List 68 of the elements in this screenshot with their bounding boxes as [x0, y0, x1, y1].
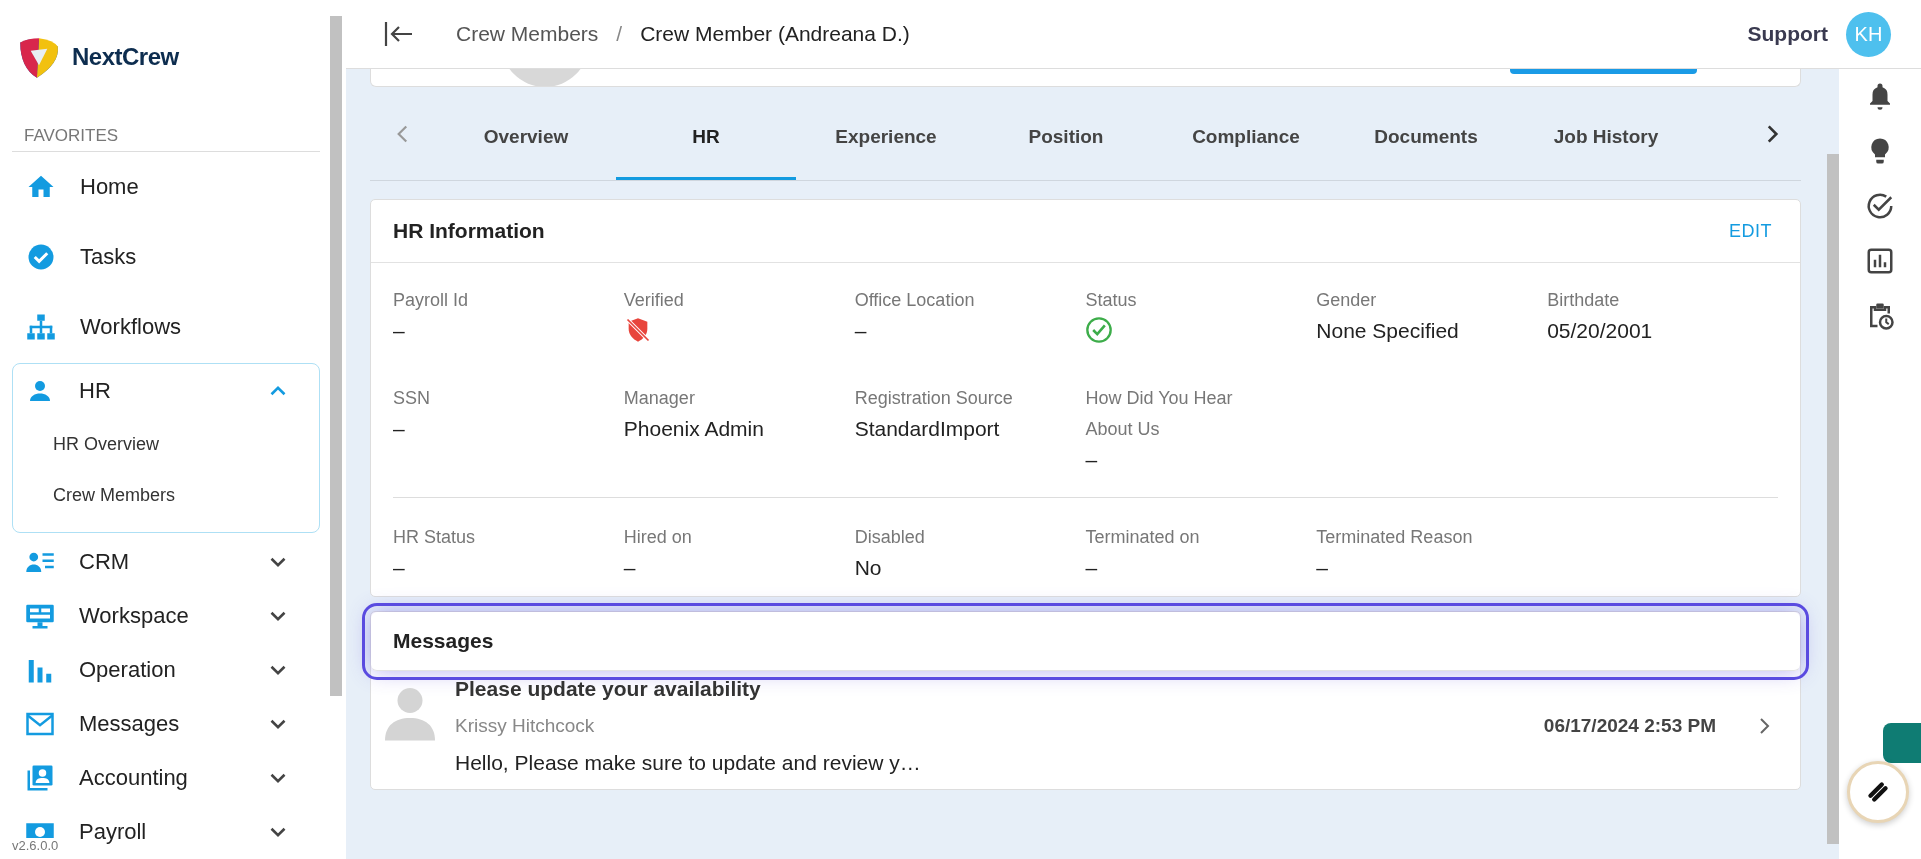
message-item[interactable]: Please update your availability Krissy Hitchcock Hello, Please make sure to update and review y… 06/17/2024 2:53 PM: [371, 671, 1800, 789]
check-circle-icon[interactable]: [1865, 191, 1895, 221]
field-label: How Did You Hear About Us: [1085, 387, 1234, 441]
tab[interactable]: Job History: [1516, 88, 1696, 180]
nav-item[interactable]: CRM: [79, 549, 130, 575]
card-title: Messages: [393, 629, 494, 653]
section-heading: FAVORITES: [12, 83, 320, 152]
field-value: –: [1085, 555, 1099, 581]
nav-item[interactable]: Accounting: [79, 765, 188, 791]
field-value: –: [393, 318, 406, 344]
tab[interactable]: Compliance: [1156, 88, 1336, 180]
field-label: Manager: [623, 387, 696, 410]
nav-item[interactable]: Operation: [79, 657, 176, 683]
field-label: Registration Source: [854, 387, 1014, 410]
card-title: HR Information: [393, 219, 545, 243]
field-label: Disabled: [854, 526, 926, 549]
message-sender: Krissy Hitchcock: [455, 715, 596, 737]
breadcrumb-current: Crew Member (Andreana D.): [640, 22, 910, 46]
field-value: –: [854, 318, 868, 344]
tab[interactable]: Experience: [796, 88, 976, 180]
scrollbar[interactable]: [1827, 154, 1839, 844]
field-label: SSN: [393, 387, 431, 410]
field-label: Office Location: [854, 289, 976, 312]
field-label: HR Status: [393, 526, 477, 549]
field-value: None Specified: [1316, 318, 1460, 344]
tab[interactable]: Position: [976, 88, 1156, 180]
user-name[interactable]: Support: [1747, 22, 1828, 46]
field-label: Payroll Id: [393, 289, 470, 312]
tab[interactable]: HR: [616, 88, 796, 180]
nav-item[interactable]: Home: [12, 151, 320, 222]
nav-item[interactable]: HR: [79, 378, 111, 404]
field-label: Status: [1085, 289, 1138, 312]
field-value: No: [854, 555, 883, 581]
field-label: Birthdate: [1547, 289, 1621, 312]
field-label: Hired on: [623, 526, 693, 549]
field-value: –: [393, 416, 406, 442]
breadcrumb-link[interactable]: Crew Members: [456, 22, 599, 46]
nav-subitem[interactable]: Crew Members: [13, 471, 319, 520]
nav-subitem[interactable]: HR Overview: [13, 420, 319, 469]
scrollbar[interactable]: [330, 16, 342, 696]
nav-item[interactable]: Messages: [79, 711, 180, 737]
field-value: 05/20/2001: [1547, 318, 1654, 344]
field-label: Gender: [1316, 289, 1378, 312]
field-value: –: [623, 555, 637, 581]
field-label: Verified: [623, 289, 685, 312]
floating-action-button[interactable]: [1847, 761, 1909, 823]
field-value: Phoenix Admin: [623, 416, 765, 442]
message-preview: Hello, Please make sure to update and review y…: [455, 751, 922, 775]
message-date: 06/17/2024 2:53 PM: [1543, 715, 1716, 737]
field-label: Terminated on: [1085, 526, 1201, 549]
field-value: –: [1316, 555, 1329, 581]
breadcrumb-separator: /: [616, 22, 623, 46]
brand-name: NextCrew: [72, 42, 179, 71]
report-icon[interactable]: [1865, 246, 1895, 276]
message-subject: Please update your availability: [455, 677, 762, 701]
contact-card-icon: [25, 763, 55, 793]
nav-item[interactable]: Workspace: [79, 603, 189, 629]
field-label: Terminated Reason: [1316, 526, 1474, 549]
person-icon: [385, 685, 435, 741]
tab[interactable]: Overview: [436, 88, 616, 180]
tab[interactable]: Documents: [1336, 88, 1516, 180]
field-value: –: [1085, 447, 1099, 473]
nav-item[interactable]: Tasks: [12, 221, 320, 292]
nav-item[interactable]: Payroll: [79, 819, 147, 845]
version-label: v2.6.0.0: [12, 838, 59, 853]
nav-item[interactable]: Workflows: [12, 291, 320, 362]
field-value: –: [393, 555, 406, 581]
field-value: StandardImport: [854, 416, 1001, 442]
